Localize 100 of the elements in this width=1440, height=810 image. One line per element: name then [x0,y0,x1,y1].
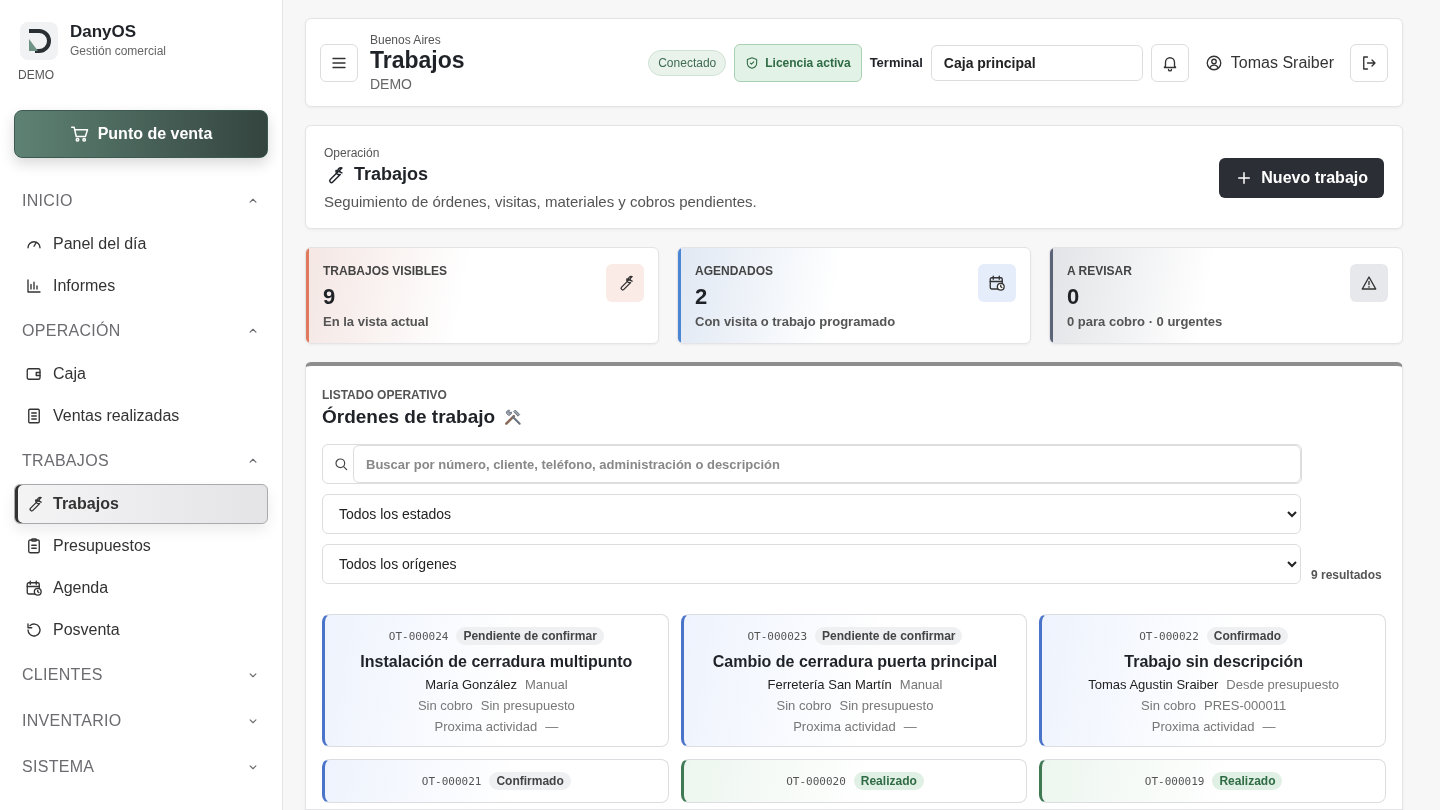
billing-status: Sin cobro [417,698,473,713]
work-order-card[interactable]: OT-000023 Pendiente de confirmar Cambio de cerradura puerta principal Ferretería San Martín Manual Sin cobro Sin presupuesto Proxima actividad — [680,614,1028,747]
wallet-icon [25,365,43,383]
edition-label: DEMO [18,68,55,82]
calendar-clock-icon [988,274,1006,292]
nav-section-title: CLIENTES [22,666,103,684]
nav-item[interactable]: Presupuestos [14,526,268,566]
client-name: María González [425,677,517,692]
order-title: Instalación de cerradura multipunto [360,653,633,671]
order-number: OT-000023 [747,629,808,643]
client-name: Ferretería San Martín [767,677,892,692]
next-activity-value: — [545,719,559,734]
nav-section-header[interactable]: INICIO [14,180,268,222]
nav-section-title: TRABAJOS [22,452,109,470]
status-badge: Confirmado [489,772,571,790]
stat-value: 0 [1067,284,1081,310]
license-status: Licencia activa [734,43,862,82]
tools-icon [503,407,524,427]
nav-item[interactable]: Agenda [14,568,268,608]
order-title: Trabajo sin descripción [1124,653,1303,671]
nav-section-header[interactable]: SISTEMA [14,746,268,788]
nav-section-header[interactable]: OPERACIÓN [14,310,268,352]
list-title: Órdenes de trabajo [322,406,496,428]
nav-section-header[interactable]: CLIENTES [14,654,268,696]
stat-label: TRABAJOS VISIBLES [323,264,448,278]
notifications-button[interactable] [1150,43,1189,82]
next-activity-label: Proxima actividad [434,719,538,734]
status-badge: Pendiente de confirmar [815,627,963,645]
work-order-card[interactable]: OT-000020 Realizado [680,759,1028,803]
budget-status: Sin presupuesto [839,698,934,713]
brand-name: DanyOS [70,22,138,42]
page-description: Seguimiento de órdenes, visitas, materiales y cobros pendientes. [324,193,758,210]
stat-label: AGENDADOS [695,264,774,278]
status-badge: Realizado [1212,772,1283,790]
brand-subtitle: Gestión comercial [70,44,167,58]
order-number: OT-000019 [1144,774,1205,788]
terminal-label: Terminal [869,55,923,70]
nav-item[interactable]: Caja [14,354,268,394]
page-header-title: Trabajos [370,47,465,74]
results-count: 9 resultados [1311,568,1382,582]
work-order-card[interactable]: OT-000021 Confirmado [322,759,669,803]
nav-item[interactable]: Ventas realizadas [14,396,268,436]
stat-label: A REVISAR [1067,264,1133,278]
nav-section-title: SISTEMA [22,758,95,776]
order-origin: Desde presupuesto [1226,677,1340,692]
point-of-sale-button[interactable]: Punto de venta [14,110,268,158]
status-badge: Confirmado [1206,627,1289,645]
rotate-icon [25,621,43,639]
order-number: OT-000020 [786,774,846,788]
shield-check-icon [745,55,760,70]
client-name: Tomas Agustin Sraiber [1088,677,1219,692]
stat-note: 0 para cobro · 0 urgentes [1067,314,1223,329]
logout-button[interactable] [1350,43,1388,82]
status-filter-dropdown[interactable]: Todos los estados [322,494,1301,534]
nav-item[interactable]: Panel del día [14,224,268,264]
bar-chart-icon [25,277,43,295]
status-badge: Realizado [853,772,924,790]
user-menu[interactable]: Tomas Sraiber [1196,53,1342,72]
work-order-card[interactable]: OT-000019 Realizado [1039,759,1386,803]
cart-icon [69,124,90,144]
stat-value: 9 [323,284,337,310]
connection-status: Conectado [648,49,727,76]
warning-icon [1360,274,1378,292]
menu-button[interactable] [320,43,358,82]
next-activity-value: — [1262,719,1276,734]
clipboard-icon [25,537,43,555]
nav-section-title: INVENTARIO [22,712,122,730]
order-title: Cambio de cerradura puerta principal [712,653,998,671]
billing-status: Sin cobro [776,698,832,713]
logout-icon [1360,53,1378,72]
budget-status: PRES-000011 [1204,698,1287,713]
nav-section-title: INICIO [22,192,73,210]
work-order-card[interactable]: OT-000022 Confirmado Trabajo sin descripción Tomas Agustin Sraiber Desde presupuesto Sin cobro PRES-000011 Proxima actividad — [1039,614,1386,747]
app-logo [20,22,58,60]
next-activity-label: Proxima actividad [793,719,896,734]
order-number: OT-000022 [1139,629,1199,643]
nav-item[interactable]: Informes [14,266,268,306]
edition-label: DEMO [370,76,413,92]
order-origin: Manual [524,677,568,692]
search-icon [333,456,349,472]
origin-filter-dropdown[interactable]: Todos los orígenes [322,544,1301,584]
stat-note: Con visita o trabajo programado [695,314,896,329]
billing-status: Sin cobro [1141,698,1197,713]
next-activity-label: Proxima actividad [1151,719,1255,734]
order-number: OT-000024 [388,629,449,643]
nav-section-header[interactable]: INVENTARIO [14,700,268,742]
nav-item[interactable]: Trabajos [14,484,268,524]
calendar-clock-icon [25,579,43,597]
nav-section-header[interactable]: TRABAJOS [14,440,268,482]
section-eyebrow: Operación [324,146,381,160]
terminal-field[interactable]: Caja principal [930,44,1143,81]
page-title: Trabajos [354,164,429,185]
new-job-button[interactable]: Nuevo trabajo [1219,158,1384,198]
work-order-card[interactable]: OT-000024 Pendiente de confirmar Instalación de cerradura multipunto María González Manual Sin cobro Sin presupuesto Proxima actividad — [322,614,669,747]
order-number: OT-000021 [421,774,482,788]
search-field[interactable]: Buscar por número, cliente, teléfono, administración o descripción [322,444,1302,484]
next-activity-value: — [903,719,917,734]
stat-note: En la vista actual [323,314,430,329]
nav-item[interactable]: Posventa [14,610,268,650]
user-icon [1204,53,1223,72]
